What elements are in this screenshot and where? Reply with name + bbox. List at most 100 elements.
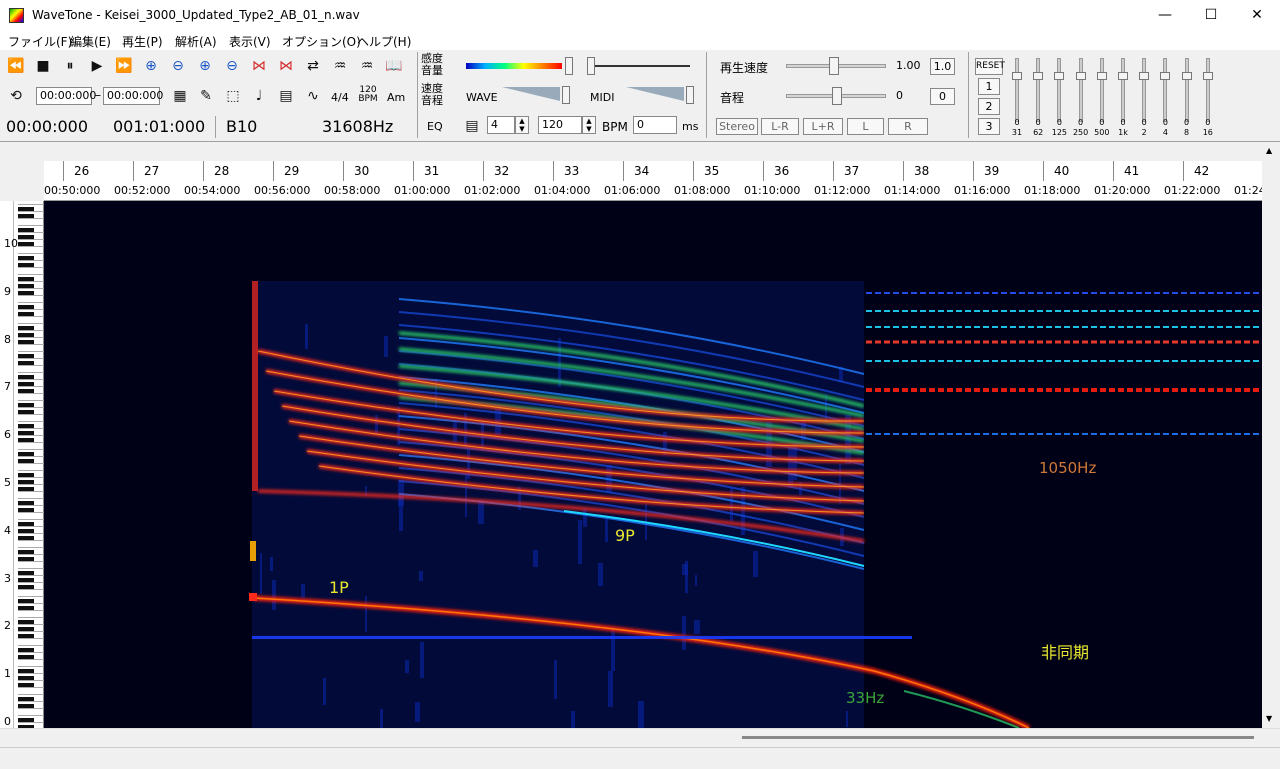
- black-key[interactable]: [18, 375, 34, 379]
- layout-icon[interactable]: ▦: [170, 86, 190, 106]
- black-key[interactable]: [18, 655, 34, 659]
- black-key[interactable]: [18, 424, 34, 428]
- black-key[interactable]: [18, 718, 34, 722]
- black-key[interactable]: [18, 585, 34, 589]
- menu-edit[interactable]: 編集(E): [70, 33, 111, 50]
- shrink-icon[interactable]: ⋈: [276, 56, 296, 76]
- right-channel-button[interactable]: R: [888, 118, 928, 135]
- waveform-icon[interactable]: ♒: [330, 56, 350, 76]
- horizontal-scroll-thumb[interactable]: [742, 736, 1254, 739]
- eq-band-track[interactable]: [1036, 58, 1040, 122]
- zoom-in-vertical-icon[interactable]: ⊕: [195, 56, 215, 76]
- left-channel-button[interactable]: L: [847, 118, 884, 135]
- pitch-reset-button[interactable]: 0: [930, 88, 955, 105]
- maximize-button[interactable]: ☐: [1188, 0, 1234, 31]
- piano-keyboard[interactable]: 10 9 8 7 6 5 4 3 2 1 0: [0, 201, 44, 728]
- black-key[interactable]: [18, 571, 34, 575]
- fast-forward-icon[interactable]: ⏩: [114, 56, 134, 76]
- black-key[interactable]: [18, 277, 34, 281]
- black-key[interactable]: [18, 683, 34, 687]
- eq-band-slider[interactable]: [1139, 58, 1149, 122]
- eq-reset-button[interactable]: RESET: [975, 58, 1003, 75]
- book-icon[interactable]: 📖: [384, 56, 404, 76]
- eq-band-thumb[interactable]: [1012, 72, 1022, 80]
- black-key[interactable]: [18, 550, 34, 554]
- close-button[interactable]: ✕: [1234, 0, 1280, 31]
- black-key[interactable]: [18, 606, 34, 610]
- horizontal-scrollbar[interactable]: [0, 728, 1280, 747]
- beats-spinner[interactable]: ▲ ▼: [515, 116, 529, 134]
- black-key[interactable]: [18, 648, 34, 652]
- eq-preset-3-button[interactable]: 3: [978, 118, 1000, 135]
- black-key[interactable]: [18, 291, 34, 295]
- black-key[interactable]: [18, 599, 34, 603]
- black-key[interactable]: [18, 501, 34, 505]
- stereo-button[interactable]: Stereo: [716, 118, 758, 135]
- black-key[interactable]: [18, 452, 34, 456]
- black-key[interactable]: [18, 382, 34, 386]
- black-key[interactable]: [18, 459, 34, 463]
- eq-band-track[interactable]: [1079, 58, 1083, 122]
- black-key[interactable]: [18, 431, 34, 435]
- black-key[interactable]: [18, 669, 34, 673]
- scroll-down-icon[interactable]: ▼: [1266, 714, 1272, 723]
- eq-band-slider[interactable]: [1160, 58, 1170, 122]
- eq-band-track[interactable]: [1015, 58, 1019, 122]
- wave-volume-thumb[interactable]: [562, 86, 570, 104]
- stop-icon[interactable]: ■: [33, 56, 53, 76]
- black-key[interactable]: [18, 627, 34, 631]
- black-key[interactable]: [18, 354, 34, 358]
- black-key[interactable]: [18, 256, 34, 260]
- black-key[interactable]: [18, 312, 34, 316]
- pencil-icon[interactable]: ✎: [196, 86, 216, 106]
- volume-track[interactable]: [588, 65, 690, 67]
- eq-band-thumb[interactable]: [1097, 72, 1107, 80]
- black-key[interactable]: [18, 389, 34, 393]
- black-key[interactable]: [18, 361, 34, 365]
- eq-band-track[interactable]: [1121, 58, 1125, 122]
- eq-band-slider[interactable]: [1118, 58, 1128, 122]
- eq-band-thumb[interactable]: [1160, 72, 1170, 80]
- sensitivity-thumb[interactable]: [565, 57, 573, 75]
- eq-band-track[interactable]: [1100, 58, 1104, 122]
- black-key[interactable]: [18, 676, 34, 680]
- black-key[interactable]: [18, 480, 34, 484]
- bpm-input[interactable]: 120: [538, 116, 582, 134]
- black-key[interactable]: [18, 207, 34, 211]
- l-minus-r-button[interactable]: L-R: [761, 118, 799, 135]
- eq-band-thumb[interactable]: [1054, 72, 1064, 80]
- curve-icon[interactable]: ∿: [303, 86, 323, 106]
- timeline-ruler[interactable]: 26 27 28 29 30 31 32 33 34 35 36 37 38 39 40 41 42 00:50:…: [44, 161, 1262, 201]
- menu-play[interactable]: 再生(P): [122, 33, 163, 50]
- eq-band-slider[interactable]: [1097, 58, 1107, 122]
- black-key[interactable]: [18, 326, 34, 330]
- zoom-out-horizontal-icon[interactable]: ⊖: [168, 56, 188, 76]
- chord-am[interactable]: Am: [387, 91, 405, 104]
- menu-analyze[interactable]: 解析(A): [175, 33, 217, 50]
- black-key[interactable]: [18, 305, 34, 309]
- time-signature[interactable]: 4/4: [331, 91, 349, 104]
- black-key[interactable]: [18, 263, 34, 267]
- black-key[interactable]: [18, 235, 34, 239]
- black-key[interactable]: [18, 522, 34, 526]
- black-key[interactable]: [18, 228, 34, 232]
- spectrum-icon[interactable]: ♒: [357, 56, 377, 76]
- eq-band-track[interactable]: [1206, 58, 1210, 122]
- pause-icon[interactable]: ⏸: [60, 56, 80, 76]
- black-key[interactable]: [18, 508, 34, 512]
- black-key[interactable]: [18, 704, 34, 708]
- eq-preset-1-button[interactable]: 1: [978, 78, 1000, 95]
- pitch-thumb[interactable]: [832, 87, 842, 105]
- eq-band-track[interactable]: [1057, 58, 1061, 122]
- black-key[interactable]: [18, 487, 34, 491]
- black-key[interactable]: [18, 284, 34, 288]
- grid-icon[interactable]: ▤: [276, 86, 296, 106]
- menu-options[interactable]: オプション(O): [282, 33, 361, 50]
- offset-ms-input[interactable]: 0: [633, 116, 677, 134]
- spectrogram[interactable]: 1P 9P 1050Hz 非同期 33Hz: [44, 201, 1262, 728]
- expand-icon[interactable]: ⋈: [249, 56, 269, 76]
- rewind-icon[interactable]: ⏪: [6, 56, 26, 76]
- black-key[interactable]: [18, 340, 34, 344]
- playback-speed-thumb[interactable]: [829, 57, 839, 75]
- black-key[interactable]: [18, 333, 34, 337]
